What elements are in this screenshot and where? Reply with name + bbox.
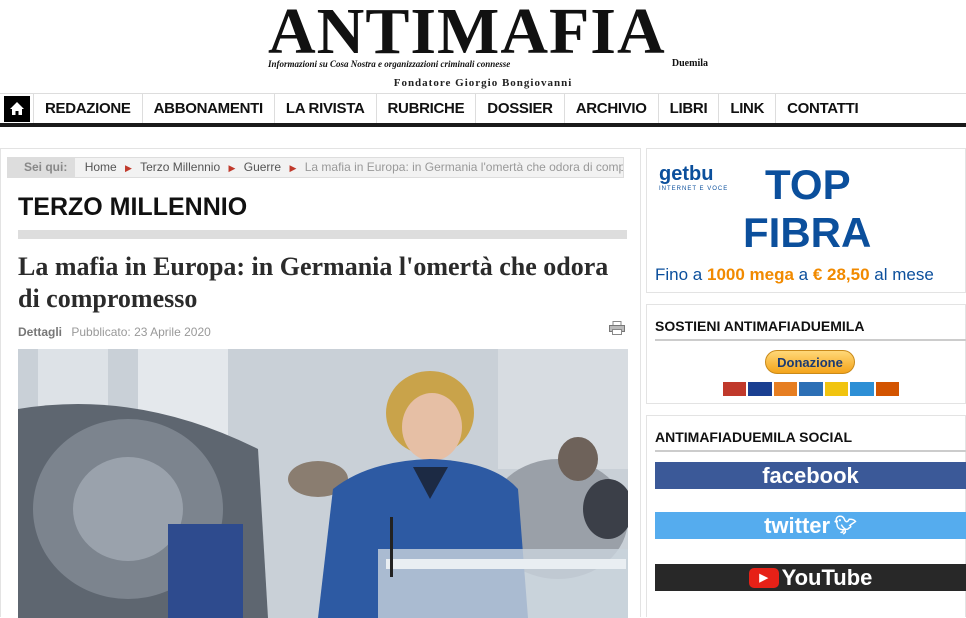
ad-headline-fibra: FIBRA [743,209,872,256]
print-icon[interactable] [609,321,625,335]
twitter-bird-icon: 🐦︎ [834,515,857,535]
breadcrumb-arrow-icon: ▶ [289,163,297,173]
logo-tagline: Informazioni su Cosa Nostra e organizzaz… [268,59,511,69]
ad-brand-logo: getbu INTERNET E VOCE [659,163,739,203]
twitter-button[interactable]: twitter 🐦︎ [655,512,966,539]
nav-item-la-rivista[interactable]: LA RIVISTA [275,94,377,123]
ad-headline-top: TOP [765,161,851,208]
ad-brand: getbu [659,163,714,185]
youtube-play-icon: ▶ [748,567,779,588]
nav-item-rubriche[interactable]: RUBRICHE [377,94,477,123]
breadcrumb-guerre[interactable]: Guerre [244,160,281,174]
ad-offer: Fino a 1000 mega a € 28,50 al mese [655,265,934,285]
article-title[interactable]: La mafia in Europa: in Germania l'omertà… [18,251,618,315]
published-date: Pubblicato: 23 Aprile 2020 [71,325,211,339]
nav-item-libri[interactable]: LIBRI [659,94,720,123]
social-title: ANTIMAFIADUEMILA SOCIAL [655,429,853,445]
founder-line: Fondatore Giorgio Bongiovanni [393,77,573,89]
nav-item-contatti[interactable]: CONTATTI [776,94,869,123]
youtube-button[interactable]: ▶ YouTube [655,564,966,591]
logo-suffix: Duemila [671,58,708,69]
ad-offer-mid: a [793,265,813,284]
breadcrumb-terzo-millennio[interactable]: Terzo Millennio [140,160,220,174]
site-logo[interactable]: ANTIMAFIA Informazioni su Cosa Nostra e … [268,0,710,74]
breadcrumb-arrow-icon: ▶ [228,163,236,173]
section-divider [18,230,627,239]
payment-cards-icon [723,382,899,396]
breadcrumb-arrow-icon: ▶ [125,163,132,173]
donate-button[interactable]: Donazione [765,350,855,374]
ad-brand-sub: INTERNET E VOCE [659,186,729,192]
main-nav: REDAZIONE ABBONAMENTI LA RIVISTA RUBRICH… [0,93,966,127]
nav-item-archivio[interactable]: ARCHIVIO [565,94,659,123]
nav-item-link[interactable]: LINK [719,94,777,123]
ad-offer-suffix: al mese [869,265,934,284]
nav-item-abbonamenti[interactable]: ABBONAMENTI [143,94,275,123]
article-photo [18,349,628,618]
breadcrumb-home[interactable]: Home [85,160,117,174]
facebook-label: facebook [762,462,859,488]
support-box: SOSTIENI ANTIMAFIADUEMILA Donazione [646,304,966,404]
section-title: TERZO MILLENNIO [18,193,248,221]
twitter-label: twitter [764,512,831,538]
ad-offer-price: € 28,50 [812,265,870,284]
article-meta: Dettagli Pubblicato: 23 Aprile 2020 [18,325,211,339]
social-divider [655,450,966,452]
details-label: Dettagli [18,325,63,339]
facebook-button[interactable]: facebook [655,462,966,489]
ad-banner[interactable]: getbu INTERNET E VOCE TOP FIBRA Fino a 1… [646,148,966,293]
home-icon [3,95,30,122]
youtube-label: YouTube [781,564,873,590]
ad-offer-prefix: Fino a [655,265,707,284]
donate-label: Donazione [777,354,843,370]
logo-word: ANTIMAFIA [268,0,666,68]
social-box: ANTIMAFIADUEMILA SOCIAL facebook twitter… [646,415,966,617]
nav-item-redazione[interactable]: REDAZIONE [34,94,143,123]
site-header: ANTIMAFIA Informazioni su Cosa Nostra e … [0,0,966,92]
breadcrumb-current: La mafia in Europa: in Germania l'omertà… [304,160,623,174]
support-divider [655,339,966,341]
nav-item-dossier[interactable]: DOSSIER [476,94,565,123]
sidebar: getbu INTERNET E VOCE TOP FIBRA Fino a 1… [646,148,966,617]
home-button[interactable] [0,94,34,123]
article-column: Sei qui: Home ▶ Terzo Millennio ▶ Guerre… [0,148,641,618]
support-title: SOSTIENI ANTIMAFIADUEMILA [655,318,865,334]
breadcrumb-label: Sei qui: [8,158,76,177]
ad-offer-speed: 1000 mega [706,265,794,284]
breadcrumb: Sei qui: Home ▶ Terzo Millennio ▶ Guerre… [7,157,624,178]
